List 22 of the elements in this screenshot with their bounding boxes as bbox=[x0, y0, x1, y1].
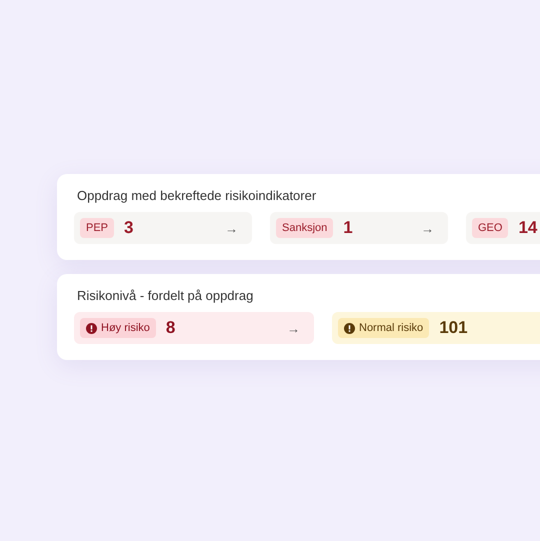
count: 1 bbox=[343, 218, 354, 238]
tag-label: PEP bbox=[80, 218, 114, 238]
alert-icon bbox=[86, 322, 97, 334]
risk-tile[interactable]: GEO 14 bbox=[466, 212, 540, 244]
tag-label: GEO bbox=[472, 218, 508, 238]
count: 8 bbox=[166, 318, 176, 338]
tag-text: Høy risiko bbox=[101, 322, 150, 334]
count: 14 bbox=[518, 218, 538, 238]
risk-tile[interactable]: Høy risiko 8 → bbox=[74, 312, 314, 344]
count: 101 bbox=[439, 318, 469, 338]
tag-label: Sanksjon bbox=[276, 218, 334, 238]
risk-tile[interactable]: PEP 3 → bbox=[74, 212, 252, 244]
card-title: Oppdrag med bekreftede risikoindikatorer bbox=[77, 188, 318, 203]
risk-tile[interactable]: Normal risiko 101 bbox=[332, 312, 540, 344]
tag-text: Normal risiko bbox=[359, 322, 424, 334]
arrow-icon: → bbox=[287, 320, 300, 336]
count: 3 bbox=[124, 218, 134, 238]
arrow-icon: → bbox=[225, 220, 238, 236]
risk-tile[interactable]: Sanksjon 1 → bbox=[270, 212, 448, 244]
card-title: Risikonivå - fordelt på oppdrag bbox=[77, 288, 254, 303]
alert-icon bbox=[344, 322, 355, 334]
arrow-icon: → bbox=[421, 220, 434, 236]
